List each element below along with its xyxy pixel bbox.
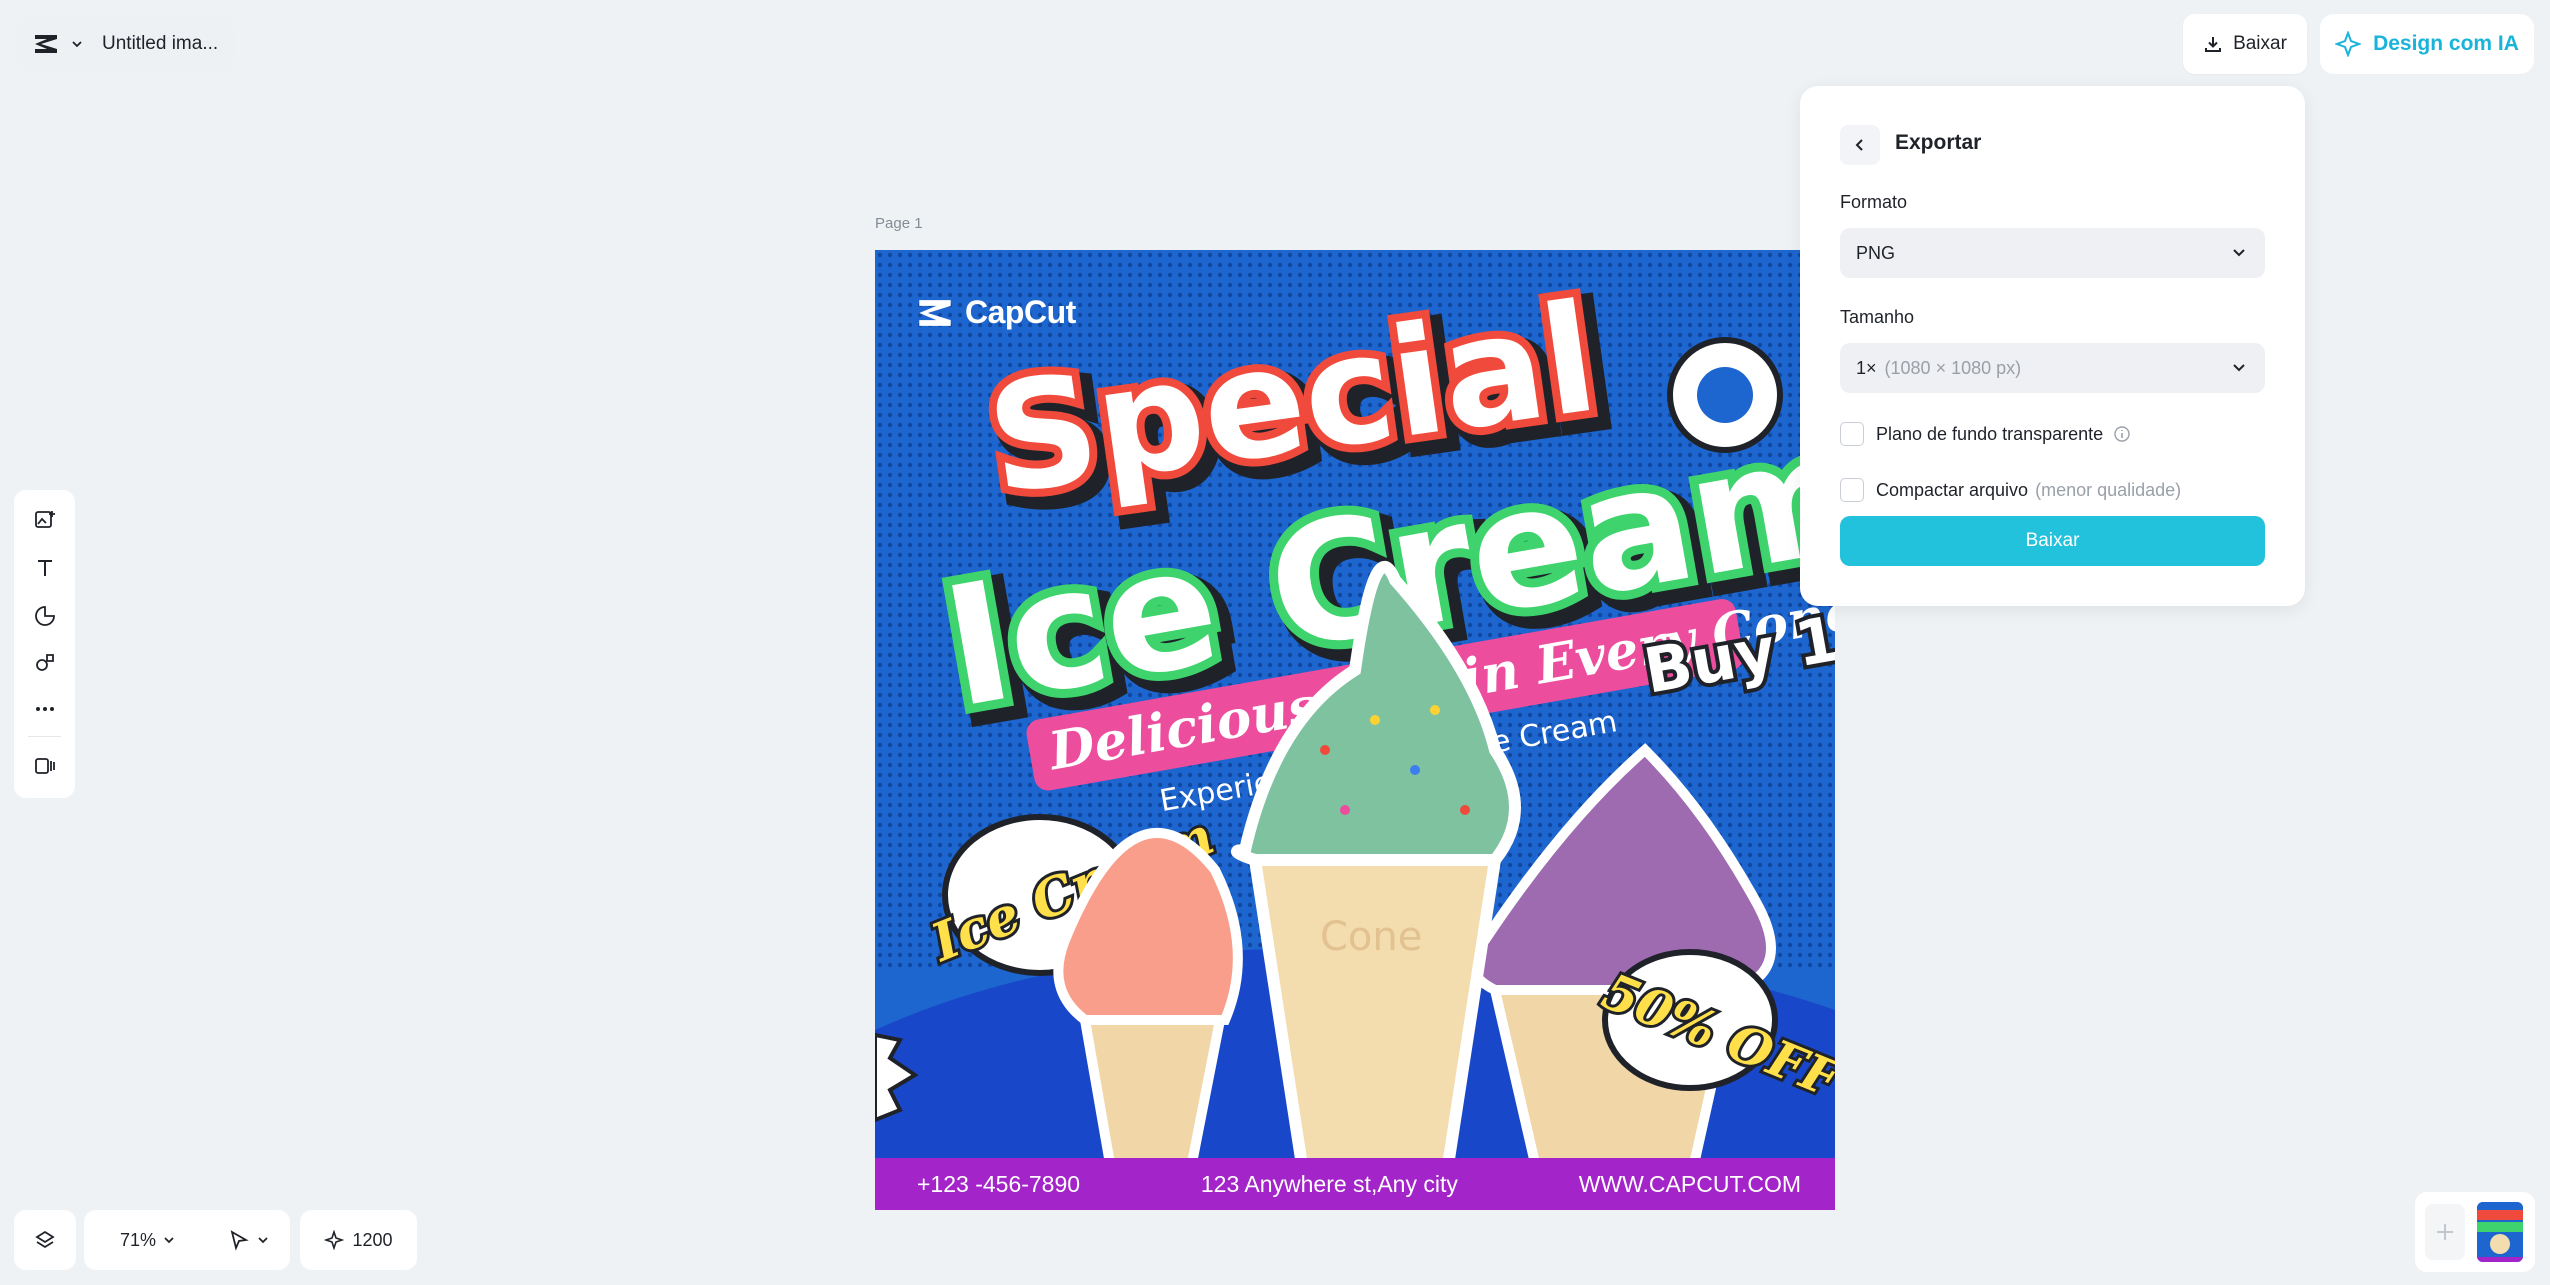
layers-icon <box>35 1230 55 1249</box>
pointer-icon[interactable] <box>228 1229 250 1251</box>
image-add-icon[interactable] <box>29 504 61 536</box>
capcut-logo-icon[interactable] <box>26 24 66 64</box>
ai-design-button[interactable]: Design com IA <box>2320 14 2534 74</box>
poster-footer: +123 -456-7890 123 Anywhere st,Any city … <box>875 1158 1835 1210</box>
panel-toggle-icon[interactable] <box>29 750 61 782</box>
back-button[interactable] <box>1840 125 1880 165</box>
transparent-background-row[interactable]: Plano de fundo transparente <box>1840 422 2131 446</box>
text-icon[interactable] <box>29 552 61 584</box>
size-select[interactable]: 1× (1080 × 1080 px) <box>1840 343 2265 393</box>
poster-address: 123 Anywhere st,Any city <box>1200 1170 1458 1197</box>
chevron-left-icon <box>1855 139 1863 151</box>
compress-file-row[interactable]: Compactar arquivo (menor qualidade) <box>1840 478 2181 502</box>
size-label: Tamanho <box>1840 307 1915 327</box>
chevron-down-icon[interactable] <box>162 1233 176 1247</box>
info-icon[interactable] <box>2113 425 2131 443</box>
chevron-down-icon[interactable] <box>256 1233 270 1247</box>
format-value: PNG <box>1856 242 1896 263</box>
page-thumbnail[interactable] <box>2477 1202 2523 1262</box>
svg-text:Cone: Cone <box>1320 914 1422 960</box>
layers-button[interactable] <box>14 1210 76 1270</box>
points-button[interactable]: 1200 <box>300 1210 417 1270</box>
add-page-button[interactable] <box>2425 1204 2465 1260</box>
sticker-icon[interactable] <box>29 600 61 632</box>
size-detail: (1080 × 1080 px) <box>1884 357 2022 378</box>
shapes-icon[interactable] <box>29 647 61 679</box>
poster-website: WWW.CAPCUT.COM <box>1578 1170 1801 1197</box>
zoom-value[interactable]: 71% <box>120 1230 156 1251</box>
document-title[interactable]: Untitled ima... <box>102 33 218 55</box>
page-label: Page 1 <box>875 215 923 232</box>
export-panel: Exportar Formato PNG Tamanho 1× (1080 × … <box>1800 86 2305 606</box>
ai-sparkle-icon <box>2335 31 2362 57</box>
header-download-label: Baixar <box>2233 33 2287 54</box>
size-value: 1× <box>1856 357 1877 378</box>
transparent-background-checkbox[interactable] <box>1840 422 1864 446</box>
toolbar-divider <box>28 736 61 737</box>
format-label: Formato <box>1840 192 1908 212</box>
chevron-down-icon <box>2233 249 2245 257</box>
poster-artwork: Special Special Ice Cream Ice Cream Deli… <box>875 250 1835 1210</box>
poster-brand: CapCut <box>915 294 1076 331</box>
export-download-button[interactable]: Baixar <box>1840 516 2265 566</box>
zoom-controls: 71% <box>84 1210 290 1270</box>
capcut-brand-icon <box>919 299 951 326</box>
poster-phone: +123 -456-7890 <box>917 1170 1081 1197</box>
page-thumbnails <box>2415 1192 2535 1272</box>
left-toolbar <box>14 490 75 798</box>
ai-design-label: Design com IA <box>2373 32 2519 55</box>
chevron-down-icon[interactable] <box>66 33 88 55</box>
compress-file-label: Compactar arquivo <box>1876 479 2029 500</box>
doc-menu: Untitled ima... <box>16 16 235 72</box>
more-icon[interactable] <box>29 693 61 725</box>
canvas-poster[interactable]: Special Special Ice Cream Ice Cream Deli… <box>875 250 1835 1210</box>
sparkle-icon <box>324 1230 345 1250</box>
export-title: Exportar <box>1895 131 1982 154</box>
transparent-background-label: Plano de fundo transparente <box>1876 423 2104 444</box>
compress-file-checkbox[interactable] <box>1840 478 1864 502</box>
points-value: 1200 <box>352 1229 393 1250</box>
format-select[interactable]: PNG <box>1840 228 2265 278</box>
flower-decoration <box>1667 337 1783 453</box>
chevron-down-icon <box>2233 364 2245 372</box>
plus-icon <box>2437 1224 2453 1240</box>
header-download-button[interactable]: Baixar <box>2183 14 2307 74</box>
compress-file-note: (menor qualidade) <box>2035 479 2182 500</box>
download-icon <box>2205 37 2222 52</box>
poster-brand-label: CapCut <box>965 294 1076 330</box>
